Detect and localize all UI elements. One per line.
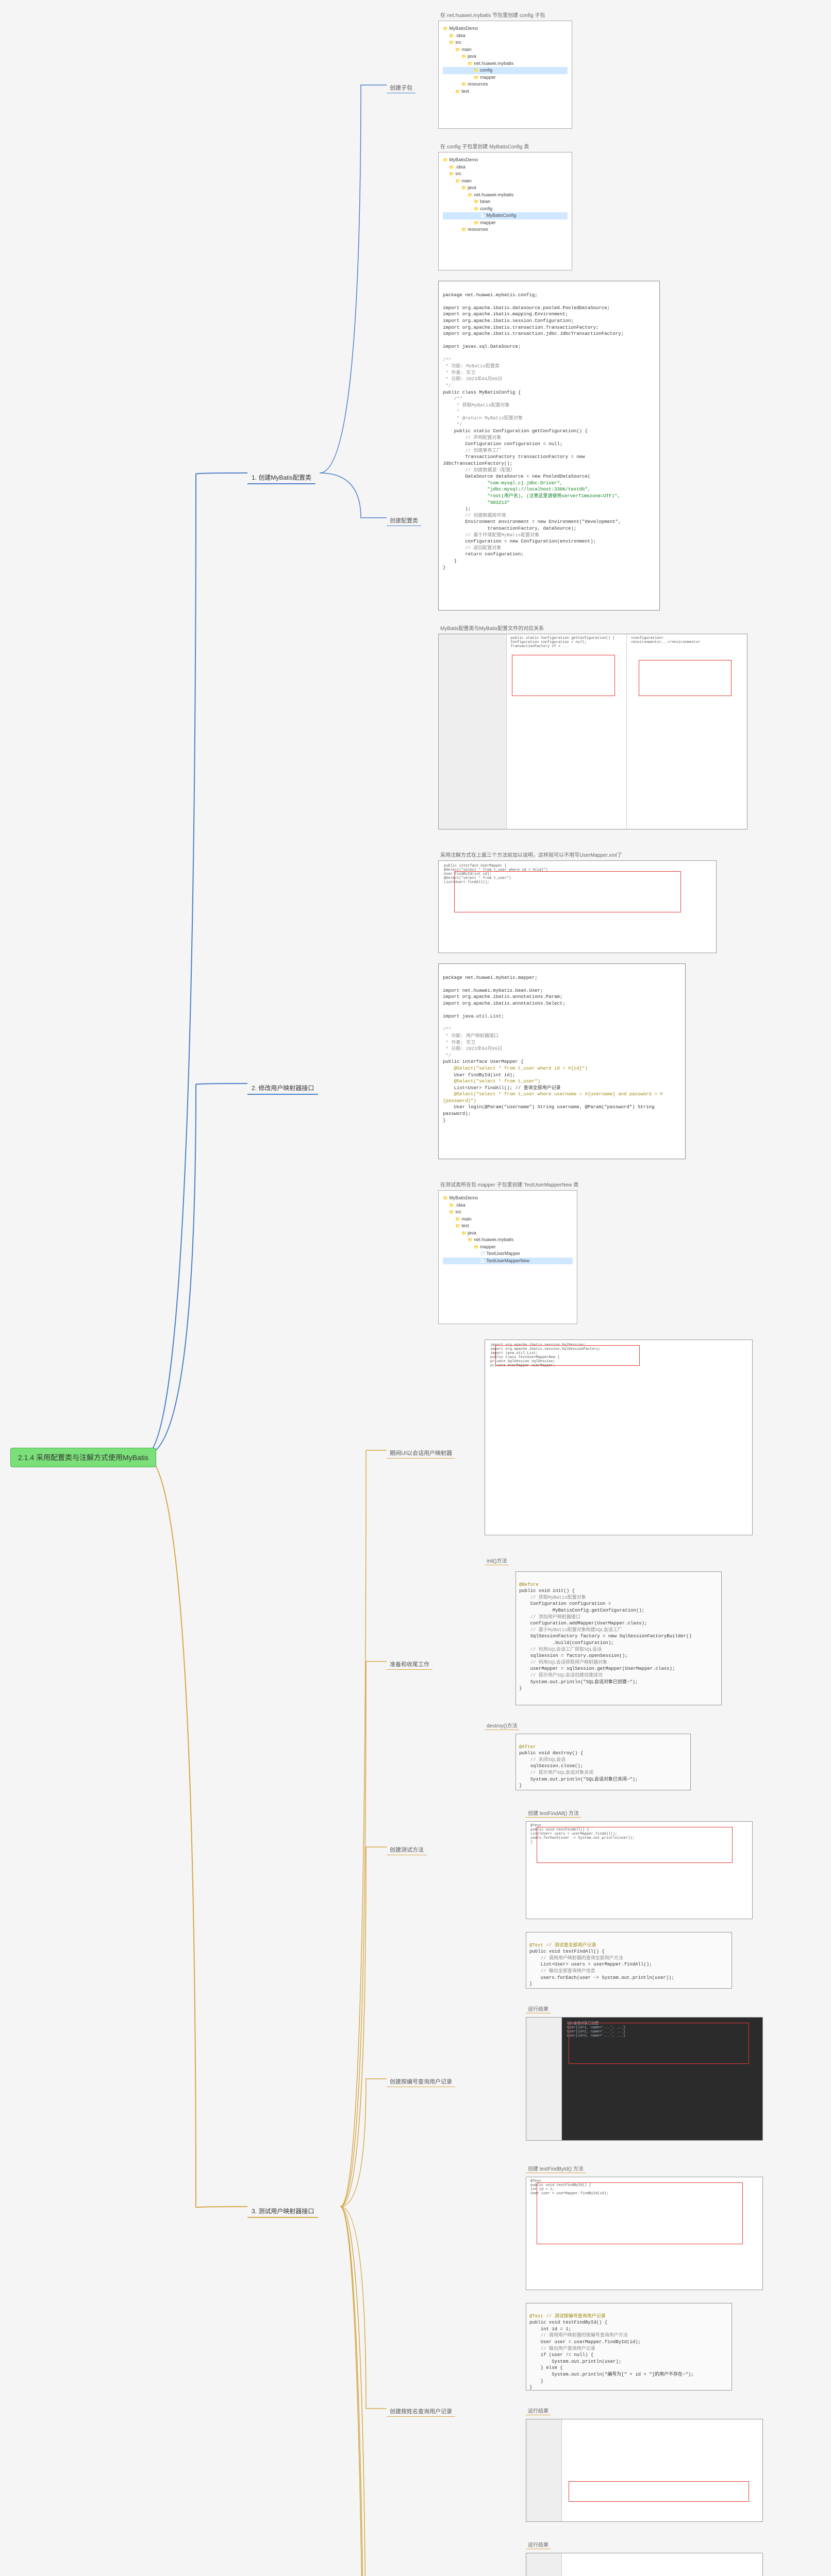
leaf-findall[interactable]: 创建 testFindAll() 方法 xyxy=(526,1808,581,1818)
tree-mapper[interactable]: mapper xyxy=(443,74,568,81)
leaf-findbyname-result[interactable]: 运行结果 xyxy=(526,2540,551,2549)
tree3-title: 在测试类所在包 mapper 子包里创建 TestUserMapperNew 类 xyxy=(438,1180,580,1189)
code-init: @Before public void init() { // 获取MyBati… xyxy=(516,1571,722,1705)
screenshot-annotation: public interface UserMapper { @Select("s… xyxy=(438,860,717,953)
tree-idea[interactable]: .idea xyxy=(443,32,568,40)
sub-create-test-method[interactable]: 创建测试方法 xyxy=(387,1844,427,1855)
screenshot-findbyid: @Test public void testFindById() { int i… xyxy=(526,2177,763,2290)
tree-config[interactable]: config xyxy=(443,67,568,74)
tree-test[interactable]: test xyxy=(443,88,568,95)
node-test-mapper[interactable]: 3. 测试用户映射器接口 xyxy=(247,2205,318,2218)
screenshot-findall-result: SQL会话对象已创建~ User{id=1, name='...', ...} … xyxy=(526,2017,763,2141)
leaf-findall-result[interactable]: 运行结果 xyxy=(526,2004,551,2013)
tree-java[interactable]: java xyxy=(443,53,568,60)
code-user-mapper: package net.huawei.mybatis.mapper; impor… xyxy=(438,963,686,1159)
screenshot-config-compare: public static Configuration getConfigura… xyxy=(438,634,747,829)
note-config-comparison: MyBatis配置类与MyBatis配置文件的对应关系 xyxy=(438,623,546,632)
sub-create-subpackage[interactable]: 创建子包 xyxy=(387,82,415,93)
sub-create-config-class[interactable]: 创建配置类 xyxy=(387,515,421,526)
sub-prepare-cleanup[interactable]: 准备和收尾工作 xyxy=(387,1659,433,1670)
tree-root[interactable]: MyBatisDemo xyxy=(443,25,568,32)
node-create-config-class[interactable]: 1. 创建MyBatis配置类 xyxy=(247,471,315,484)
code-destroy: @After public void destroy() { // 关闭SQL会… xyxy=(516,1734,691,1790)
sub-test-find-by-id[interactable]: 创建按编号查询用户记录 xyxy=(387,2076,455,2087)
note-annotation: 采用注解方式在上面三个方法前加以说明，这样就可以不用写UserMapper.xm… xyxy=(438,850,624,859)
code-findall: @Test // 测试查全部用户记录 public void testFindA… xyxy=(526,1932,732,1989)
root-node[interactable]: 2.1.4 采用配置类与注解方式使用MyBatis xyxy=(10,1448,156,1467)
project-tree-1: MyBatisDemo .idea src main java net.huaw… xyxy=(438,21,572,129)
tree-pkg[interactable]: net.huawei.mybatis xyxy=(443,60,568,67)
screenshot-findall: @Test public void testFindAll() { List<U… xyxy=(526,1821,753,1919)
sub-test-find-by-name[interactable]: 创建按姓名查询用户记录 xyxy=(387,2406,455,2417)
leaf-findbyid[interactable]: 创建 testFindById() 方法 xyxy=(526,2164,586,2173)
screenshot-findbyname-result xyxy=(526,2553,763,2576)
sub-create-test-class[interactable]: 期间UI以会话用户映射器 xyxy=(387,1448,455,1459)
tree2-title: 在 config 子包里创建 MyBatisConfig 类 xyxy=(438,142,531,150)
tree1-title: 在 net.huawei.mybatis 节包里创建 config 子包 xyxy=(438,10,547,19)
tree-resources[interactable]: resources xyxy=(443,81,568,88)
project-tree-3: MyBatisDemo .idea src main test java net… xyxy=(438,1190,577,1324)
node-modify-mapper[interactable]: 2. 修改用户映射器接口 xyxy=(247,1082,318,1095)
screenshot-test-class: import org.apache.ibatis.session.SqlSess… xyxy=(485,1340,753,1535)
leaf-findbyid-result[interactable]: 运行结果 xyxy=(526,2406,551,2415)
code-findbyid: @Test // 测试按编号查询用户记录 public void testFin… xyxy=(526,2303,732,2391)
project-tree-2: MyBatisDemo .idea src main java net.huaw… xyxy=(438,152,572,270)
tree2-file[interactable]: MyBatisConfig xyxy=(443,212,568,219)
screenshot-findbyid-result xyxy=(526,2419,763,2522)
leaf-destroy[interactable]: destroy()方法 xyxy=(485,1721,519,1730)
code-mybatis-config: package net.huawei.mybatis.config; impor… xyxy=(438,281,660,611)
tree2-root[interactable]: MyBatisDemo xyxy=(443,157,568,164)
tree-main[interactable]: main xyxy=(443,46,568,54)
leaf-init[interactable]: init()方法 xyxy=(485,1556,509,1565)
tree-src[interactable]: src xyxy=(443,39,568,46)
